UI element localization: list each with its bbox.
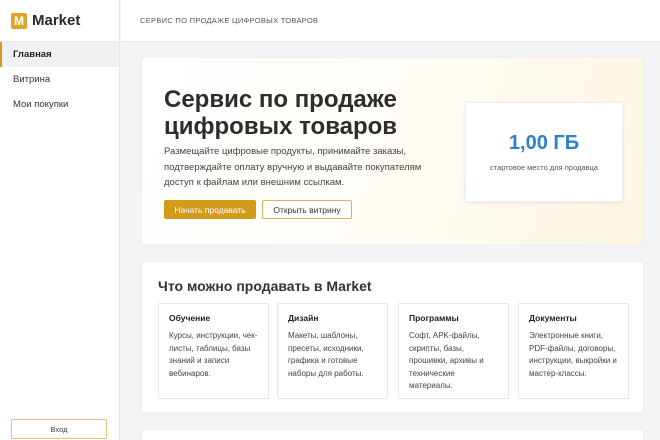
hero-section: Сервис по продаже цифровых товаров Разме…: [141, 57, 644, 245]
sidebar-nav: Главная Витрина Мои покупки: [0, 42, 119, 117]
login-button[interactable]: Вход: [11, 419, 107, 439]
next-section-card: [141, 429, 644, 440]
category-card-education: Обучение Курсы, инструкции, чек-листы, т…: [158, 303, 269, 399]
sidebar: M Market Главная Витрина Мои покупки Вхо…: [0, 0, 120, 440]
category-title: Документы: [529, 313, 577, 323]
category-card-documents: Документы Электронные книги, PDF-файлы, …: [518, 303, 629, 399]
what-to-sell-section: Что можно продавать в Market Обучение Ку…: [141, 261, 644, 413]
category-text: Макеты, шаблоны, пресеты, исходники, гра…: [288, 331, 364, 378]
category-text: Электронные книги, PDF-файлы, договоры, …: [529, 331, 617, 378]
open-showcase-button[interactable]: Открыть витрину: [262, 200, 352, 219]
storage-stat-card: 1,00 ГБ стартовое место для продавца: [465, 102, 623, 202]
storage-value: 1,00 ГБ: [508, 132, 580, 154]
top-bar: СЕРВИС ПО ПРОДАЖЕ ЦИФРОВЫХ ТОВАРОВ: [121, 0, 660, 42]
category-text: Курсы, инструкции, чек-листы, таблицы, б…: [169, 331, 258, 378]
category-title: Дизайн: [288, 313, 319, 323]
hero-title: Сервис по продаже цифровых товаров: [164, 86, 398, 140]
sidebar-item-home[interactable]: Главная: [0, 42, 119, 67]
category-card-design: Дизайн Макеты, шаблоны, пресеты, исходни…: [277, 303, 388, 399]
brand-logo[interactable]: M Market: [0, 0, 119, 42]
hero-description: Размещайте цифровые продукты, принимайте…: [164, 146, 422, 188]
market-logo-icon: M: [11, 12, 27, 29]
sidebar-item-my-purchases[interactable]: Мои покупки: [0, 92, 119, 117]
storage-label: стартовое место для продавца: [490, 163, 598, 172]
section-title: Что можно продавать в Market: [158, 278, 372, 294]
category-title: Обучение: [169, 313, 211, 323]
category-card-software: Программы Софт, APK-файлы, скрипты, базы…: [398, 303, 509, 399]
category-title: Программы: [409, 313, 459, 323]
brand-name: Market: [32, 12, 81, 29]
category-text: Софт, APK-файлы, скрипты, базы, прошивки…: [409, 331, 484, 390]
sidebar-item-showcase[interactable]: Витрина: [0, 67, 119, 92]
start-selling-button[interactable]: Начать продавать: [164, 200, 256, 219]
breadcrumb: СЕРВИС ПО ПРОДАЖЕ ЦИФРОВЫХ ТОВАРОВ: [140, 16, 319, 25]
